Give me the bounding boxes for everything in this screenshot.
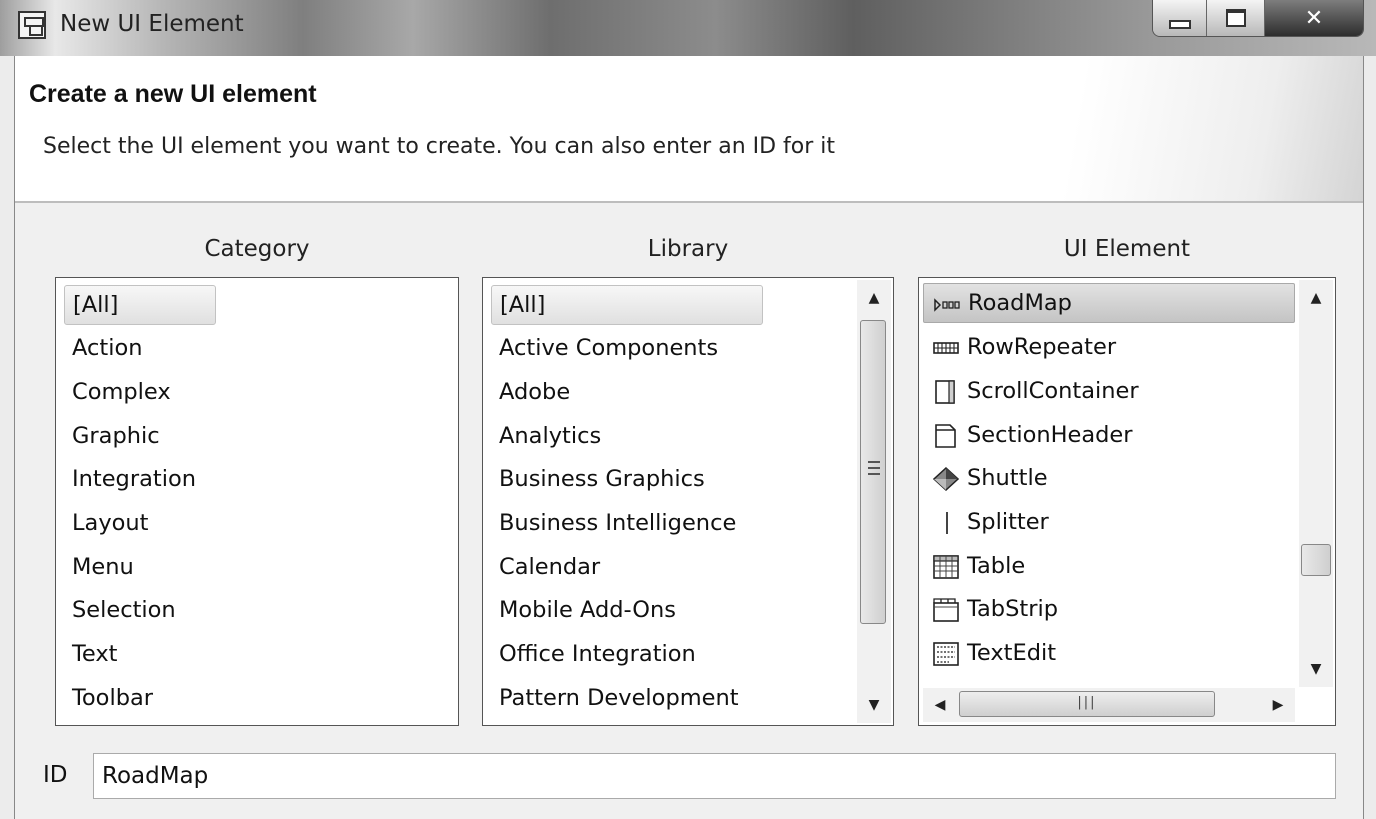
library-item-mobile-add-ons[interactable]: Mobile Add-Ons [491, 590, 676, 630]
library-label: Library [647, 236, 729, 262]
category-item-layout[interactable]: Layout [64, 503, 149, 543]
section-header-icon [935, 424, 956, 448]
close-button[interactable]: ✕ [1265, 0, 1363, 36]
library-item-office-integration[interactable]: Office Integration [491, 634, 696, 674]
textedit-icon [933, 642, 959, 666]
ui-element-item-sectionheader[interactable]: SectionHeader [923, 415, 1295, 455]
splitter-icon [946, 512, 948, 534]
minimize-icon [1168, 19, 1191, 29]
maximize-icon [1225, 9, 1246, 27]
library-scroll-thumb[interactable] [860, 320, 886, 624]
ui-element-label-shuttle: Shuttle [967, 465, 1048, 491]
ui-element-item-shuttle[interactable]: Shuttle [923, 458, 1295, 498]
scroll-down-arrow-icon[interactable]: ▼ [857, 687, 891, 723]
ui-element-hscroll-thumb[interactable]: ||| [959, 691, 1215, 717]
scroll-left-arrow-icon[interactable]: ◀ [923, 688, 957, 722]
scroll-up-arrow-icon[interactable]: ▲ [1299, 280, 1333, 316]
maximize-button[interactable] [1207, 0, 1265, 36]
ui-element-label-splitter: Splitter [967, 509, 1049, 535]
header-subtitle: Select the UI element you want to create… [43, 134, 836, 159]
scroll-up-arrow-icon[interactable]: ▲ [857, 280, 891, 316]
ui-element-label: UI Element [1063, 236, 1191, 262]
ui-element-item-scrollcontainer[interactable]: ScrollContainer [923, 371, 1295, 411]
library-item-pattern-development[interactable]: Pattern Development [491, 678, 739, 718]
ui-element-list[interactable]: RoadMap RowRepeater ScrollContainer Sect… [918, 277, 1336, 726]
row-repeater-icon [933, 342, 959, 354]
title-bar[interactable]: New UI Element ✕ [0, 0, 1376, 56]
ui-element-item-table[interactable]: Table [923, 546, 1295, 586]
ui-element-label-sectionheader: SectionHeader [967, 422, 1133, 448]
category-item-selection[interactable]: Selection [64, 590, 176, 630]
library-list[interactable]: [All] Active Components Adobe Analytics … [482, 277, 894, 726]
ui-element-label-tabstrip: TabStrip [967, 596, 1058, 622]
scroll-right-arrow-icon[interactable]: ▶ [1261, 688, 1295, 722]
window-title: New UI Element [60, 11, 244, 37]
shuttle-icon [933, 467, 959, 491]
app-icon [18, 11, 46, 39]
category-item-all[interactable]: [All] [64, 285, 216, 325]
minimize-button[interactable] [1153, 0, 1207, 36]
window-controls: ✕ [1152, 0, 1364, 37]
library-item-adobe[interactable]: Adobe [491, 372, 570, 412]
library-item-analytics[interactable]: Analytics [491, 416, 601, 456]
library-item-calendar[interactable]: Calendar [491, 547, 600, 587]
library-item-all[interactable]: [All] [491, 285, 763, 325]
id-input[interactable] [93, 753, 1336, 799]
close-icon: ✕ [1304, 5, 1324, 31]
ui-element-item-rowrepeater[interactable]: RowRepeater [923, 327, 1295, 367]
roadmap-icon [934, 298, 960, 312]
header-title: Create a new UI element [29, 80, 317, 108]
new-ui-element-dialog: New UI Element ✕ Create a new UI element… [0, 0, 1376, 819]
id-label: ID [43, 762, 68, 788]
category-item-toolbar[interactable]: Toolbar [64, 678, 153, 718]
category-list[interactable]: [All] Action Complex Graphic Integration… [55, 277, 459, 726]
ui-element-item-roadmap[interactable]: RoadMap [923, 283, 1295, 323]
ui-element-horizontal-scrollbar[interactable]: ◀ ||| ▶ [923, 688, 1295, 722]
ui-element-scroll-thumb[interactable] [1301, 544, 1331, 576]
ui-element-item-tabstrip[interactable]: TabStrip [923, 589, 1295, 629]
category-item-graphic[interactable]: Graphic [64, 416, 160, 456]
library-item-business-graphics[interactable]: Business Graphics [491, 459, 705, 499]
library-item-business-intelligence[interactable]: Business Intelligence [491, 503, 736, 543]
ui-element-label-rowrepeater: RowRepeater [967, 334, 1117, 360]
tabstrip-icon [933, 598, 959, 622]
scroll-container-icon [935, 380, 955, 404]
ui-element-label-table: Table [967, 553, 1026, 579]
grip-icon [868, 461, 880, 475]
library-item-active-components[interactable]: Active Components [491, 328, 718, 368]
category-item-complex[interactable]: Complex [64, 372, 171, 412]
ui-element-item-textedit[interactable]: TextEdit [923, 633, 1295, 673]
dialog-header: Create a new UI element Select the UI el… [15, 56, 1363, 203]
dialog-content: Create a new UI element Select the UI el… [14, 56, 1364, 819]
table-icon [933, 555, 959, 579]
scroll-down-arrow-icon[interactable]: ▼ [1299, 651, 1333, 687]
ui-element-item-splitter[interactable]: Splitter [923, 502, 1295, 542]
category-item-menu[interactable]: Menu [64, 547, 134, 587]
library-vertical-scrollbar[interactable]: ▲ ▼ [857, 280, 891, 723]
category-label: Category [204, 236, 310, 262]
category-item-text[interactable]: Text [64, 634, 118, 674]
category-item-action[interactable]: Action [64, 328, 142, 368]
ui-element-vertical-scrollbar[interactable]: ▲ ▼ [1299, 280, 1333, 687]
ui-element-label-textedit: TextEdit [967, 640, 1057, 666]
category-item-integration[interactable]: Integration [64, 459, 196, 499]
ui-element-label-scrollcontainer: ScrollContainer [967, 378, 1139, 404]
ui-element-label-roadmap: RoadMap [968, 290, 1072, 316]
